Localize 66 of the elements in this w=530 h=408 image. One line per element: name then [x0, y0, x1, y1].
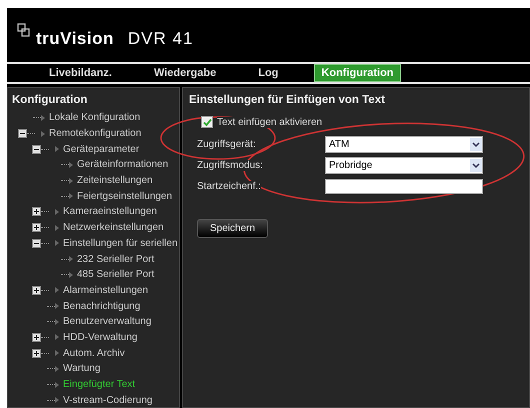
logo-icon: [17, 23, 30, 37]
expand-icon[interactable]: [32, 348, 41, 358]
arrow-icon: [55, 382, 59, 388]
field-label: Startzeichenf.:: [197, 181, 261, 192]
arrow-icon: [55, 224, 59, 231]
save-button[interactable]: Speichern: [197, 219, 268, 238]
tree-item[interactable]: Feiertgseinstellungen: [77, 190, 172, 202]
arrow-icon: [41, 114, 45, 121]
expand-icon[interactable]: [32, 223, 41, 232]
nav-tab[interactable]: Wiedergabe: [148, 64, 222, 82]
arrow-icon: [55, 397, 59, 404]
arrow-icon: [55, 334, 59, 340]
expand-icon[interactable]: [32, 207, 41, 216]
nav-tab[interactable]: Konfiguration: [314, 64, 401, 82]
collapse-icon[interactable]: [32, 144, 41, 154]
tree-item[interactable]: Benachrichtigung: [63, 300, 140, 312]
collapse-icon[interactable]: [18, 129, 27, 138]
arrow-icon: [69, 193, 73, 200]
nav-tab[interactable]: Log: [252, 64, 284, 82]
brand-name: truVision: [36, 29, 114, 49]
panel-title: Einstellungen für Einfügen von Text: [189, 94, 386, 106]
tree-item[interactable]: Lokale Konfiguration: [49, 112, 140, 124]
tree-item[interactable]: Wartung: [63, 363, 100, 374]
expand-icon[interactable]: [32, 332, 41, 342]
arrow-icon: [55, 146, 59, 152]
arrow-icon: [55, 318, 59, 325]
tree-item[interactable]: Einstellungen für seriellen: [63, 238, 178, 249]
nav-tab[interactable]: Livebildanz.: [43, 64, 118, 82]
tree-item[interactable]: Remotekonfiguration: [49, 128, 142, 140]
sidebar-title: Konfiguration: [12, 94, 88, 106]
caret-icon[interactable]: [470, 159, 482, 172]
input-field[interactable]: [325, 179, 483, 194]
arrow-icon: [69, 256, 73, 262]
arrow-icon: [69, 272, 73, 278]
dropdown[interactable]: Probridge: [325, 157, 483, 174]
tree-item[interactable]: Autom. Archiv: [63, 348, 125, 359]
arrow-icon: [55, 366, 59, 372]
field-label: Zugriffsmodus:: [197, 160, 263, 171]
tree-item[interactable]: Geräteinformationen: [77, 159, 168, 170]
tree-item[interactable]: Netzwerkeinstellungen: [63, 222, 164, 234]
model-name: DVR 41: [128, 29, 194, 49]
expand-icon[interactable]: [32, 286, 41, 295]
tree-item[interactable]: V-stream-Codierung: [63, 394, 152, 406]
tree-item[interactable]: 485 Serieller Port: [77, 269, 154, 280]
checkbox[interactable]: [201, 116, 213, 128]
dropdown[interactable]: ATM: [325, 136, 483, 153]
arrow-icon: [69, 178, 73, 184]
arrow-icon: [55, 303, 59, 310]
arrow-icon: [55, 240, 59, 246]
tree-item[interactable]: Kameraeinstellungen: [63, 206, 157, 218]
tree-item[interactable]: HDD-Verwaltung: [63, 332, 138, 343]
arrow-icon: [55, 350, 59, 356]
arrow-icon: [55, 208, 59, 215]
arrow-icon: [55, 287, 59, 294]
field-label: Zugriffsgerät:: [197, 139, 256, 150]
tree-item[interactable]: Benutzerverwaltung: [63, 316, 152, 328]
tree-item[interactable]: Eingefügter Text: [63, 379, 136, 390]
tree-item[interactable]: Alarmeinstellungen: [63, 284, 148, 296]
tree-item[interactable]: Geräteparameter: [63, 144, 140, 155]
caret-icon[interactable]: [470, 138, 482, 151]
tree-item[interactable]: Zeiteinstellungen: [77, 175, 153, 186]
arrow-icon: [69, 162, 73, 168]
checkbox-label: Text einfügen aktivieren: [217, 116, 322, 128]
arrow-icon: [41, 130, 45, 137]
collapse-icon[interactable]: [32, 238, 41, 248]
tree-item[interactable]: 232 Serieller Port: [77, 254, 154, 265]
